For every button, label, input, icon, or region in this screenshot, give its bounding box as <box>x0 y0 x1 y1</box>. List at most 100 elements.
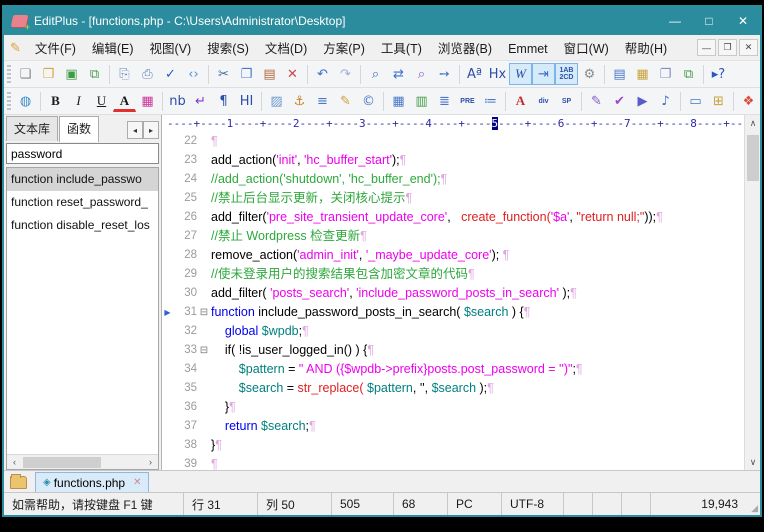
line-numbers-icon[interactable]: 1AB 2CD <box>555 63 578 85</box>
function-list-item[interactable]: function disable_reset_los <box>7 214 158 237</box>
word-wrap-icon[interactable]: W <box>509 63 532 85</box>
code-text[interactable]: //禁止后台显示更新，关闭核心提示¶ <box>211 189 744 208</box>
copy-icon[interactable]: ❐ <box>235 63 258 85</box>
heading-icon[interactable]: HI <box>235 90 258 112</box>
underline-icon[interactable]: U <box>90 90 113 112</box>
windows-colors-icon[interactable]: ❖ <box>737 90 760 112</box>
code-text[interactable]: ¶ <box>211 455 744 470</box>
menu-browser[interactable]: 浏览器(B) <box>430 34 500 61</box>
scroll-down-icon[interactable]: ∨ <box>745 454 761 470</box>
paste-icon[interactable]: ▤ <box>258 63 281 85</box>
document-selector-icon[interactable]: ▤ <box>608 63 631 85</box>
spell-check-icon[interactable]: ✓ <box>159 63 182 85</box>
code-text[interactable]: //禁止 Wordpress 检查更新¶ <box>211 227 744 246</box>
code-text[interactable]: remove_action('admin_init', '_maybe_upda… <box>211 246 744 265</box>
code-area[interactable]: 22¶23add_action('init', 'hc_buffer_start… <box>162 132 744 470</box>
function-list-item[interactable]: function include_passwo <box>7 168 158 191</box>
scrollbar-thumb[interactable] <box>23 457 101 468</box>
menu-view[interactable]: 视图(V) <box>142 34 200 61</box>
document-tab-functions[interactable]: ◈ functions.php ✕ <box>35 472 149 492</box>
music-icon[interactable]: ♪ <box>654 90 677 112</box>
close-button[interactable]: ✕ <box>726 7 760 35</box>
code-text[interactable]: $search = str_replace( $pattern, '', $se… <box>211 379 744 398</box>
code-text[interactable]: if( !is_user_logged_in() ) {¶ <box>211 341 744 360</box>
folder-icon[interactable] <box>10 476 27 489</box>
form-fields-icon[interactable]: ⊞ <box>707 90 730 112</box>
find-in-files-icon[interactable]: ⌕ <box>410 63 433 85</box>
mdi-close-button[interactable]: ✕ <box>739 39 758 56</box>
minimize-button[interactable]: — <box>658 7 692 35</box>
function-list-item[interactable]: function reset_password_ <box>7 191 158 214</box>
div-tag-icon[interactable]: div <box>532 90 555 112</box>
code-fold-icon[interactable]: ⊟ <box>197 341 211 360</box>
code-text[interactable]: return $search;¶ <box>211 417 744 436</box>
italic-icon[interactable]: I <box>67 90 90 112</box>
menu-edit[interactable]: 编辑(E) <box>84 34 142 61</box>
menu-search[interactable]: 搜索(S) <box>199 34 257 61</box>
goto-line-icon[interactable]: ➙ <box>433 63 456 85</box>
tab-scroll-right-icon[interactable]: ▸ <box>143 121 159 139</box>
table-icon[interactable]: ▦ <box>387 90 410 112</box>
mdi-restore-button[interactable]: ❐ <box>718 39 737 56</box>
code-text[interactable]: }¶ <box>211 398 744 417</box>
code-text[interactable]: add_filter('pre_site_transient_update_co… <box>211 208 744 227</box>
delete-icon[interactable]: ✕ <box>281 63 304 85</box>
redo-icon[interactable]: ↷ <box>334 63 357 85</box>
code-text[interactable]: add_action('init', 'hc_buffer_start');¶ <box>211 151 744 170</box>
editor-pane[interactable]: ----+----1----+----2----+----3----+----4… <box>162 115 744 470</box>
color-palette-icon[interactable]: ▦ <box>136 90 159 112</box>
code-text[interactable]: //add_action('shutdown', 'hc_buffer_end'… <box>211 170 744 189</box>
paragraph-icon[interactable]: ¶ <box>212 90 235 112</box>
scroll-right-icon[interactable]: › <box>143 455 158 470</box>
save-all-icon[interactable]: ⧉ <box>83 63 106 85</box>
find-icon[interactable]: ⌕ <box>364 63 387 85</box>
scrollbar-thumb[interactable] <box>747 135 759 181</box>
media-icon[interactable]: ▶ <box>631 90 654 112</box>
cut-icon[interactable]: ✂ <box>212 63 235 85</box>
menu-file[interactable]: 文件(F) <box>27 34 84 61</box>
menu-tools[interactable]: 工具(T) <box>373 34 430 61</box>
context-help-icon[interactable]: ▸? <box>707 63 730 85</box>
mdi-minimize-button[interactable]: — <box>697 39 716 56</box>
nonbreaking-space-icon[interactable]: nb <box>166 90 189 112</box>
code-text[interactable]: function include_password_posts_in_searc… <box>211 303 744 322</box>
print-preview-icon[interactable]: ⎘ <box>113 63 136 85</box>
print-icon[interactable]: ⎙ <box>136 63 159 85</box>
script-icon[interactable]: ✎ <box>585 90 608 112</box>
tab-close-icon[interactable]: ✕ <box>133 477 141 488</box>
font-icon[interactable]: Aª <box>463 63 486 85</box>
line-break-icon[interactable]: ↵ <box>189 90 212 112</box>
code-text[interactable]: ¶ <box>211 132 744 151</box>
scroll-up-icon[interactable]: ∧ <box>745 115 761 131</box>
maximize-button[interactable]: □ <box>692 7 726 35</box>
font-tag-icon[interactable]: A <box>509 90 532 112</box>
menu-document[interactable]: 文档(D) <box>257 34 315 61</box>
function-filter-input[interactable] <box>6 143 159 164</box>
menu-window[interactable]: 窗口(W) <box>556 34 617 61</box>
special-char-icon[interactable]: © <box>357 90 380 112</box>
code-text[interactable]: }¶ <box>211 436 744 455</box>
scroll-left-icon[interactable]: ‹ <box>7 455 22 470</box>
browser-preview-icon[interactable]: ❐ <box>654 63 677 85</box>
view-in-browser-icon[interactable]: ⧉ <box>677 63 700 85</box>
browser-globe-icon[interactable]: ◍ <box>14 90 37 112</box>
undo-icon[interactable]: ↶ <box>311 63 334 85</box>
textarea-icon[interactable]: ✎ <box>334 90 357 112</box>
center-text-icon[interactable]: ≣ <box>433 90 456 112</box>
replace-icon[interactable]: ⇄ <box>387 63 410 85</box>
syntax-check-icon[interactable]: ✔ <box>608 90 631 112</box>
editor-vertical-scrollbar[interactable]: ∧ ∨ <box>744 115 760 470</box>
table-row-icon[interactable]: ▥ <box>410 90 433 112</box>
menu-project[interactable]: 方案(P) <box>315 34 373 61</box>
menu-emmet[interactable]: Emmet <box>500 38 556 60</box>
window-resize-grip[interactable]: ◢ <box>746 493 760 515</box>
pre-tag-icon[interactable]: PRE <box>456 90 479 112</box>
code-text[interactable]: $pattern = " AND ({$wpdb->prefix}posts.p… <box>211 360 744 379</box>
horizontal-rule-icon[interactable]: ≡ <box>311 90 334 112</box>
tab-cliptext[interactable]: 文本库 <box>6 116 58 141</box>
toolbar-grip[interactable] <box>7 65 11 83</box>
toolbar-grip[interactable] <box>7 92 11 110</box>
save-file-icon[interactable]: ▣ <box>60 63 83 85</box>
html-code-icon[interactable]: ‹› <box>182 63 205 85</box>
image-icon[interactable]: ▨ <box>265 90 288 112</box>
